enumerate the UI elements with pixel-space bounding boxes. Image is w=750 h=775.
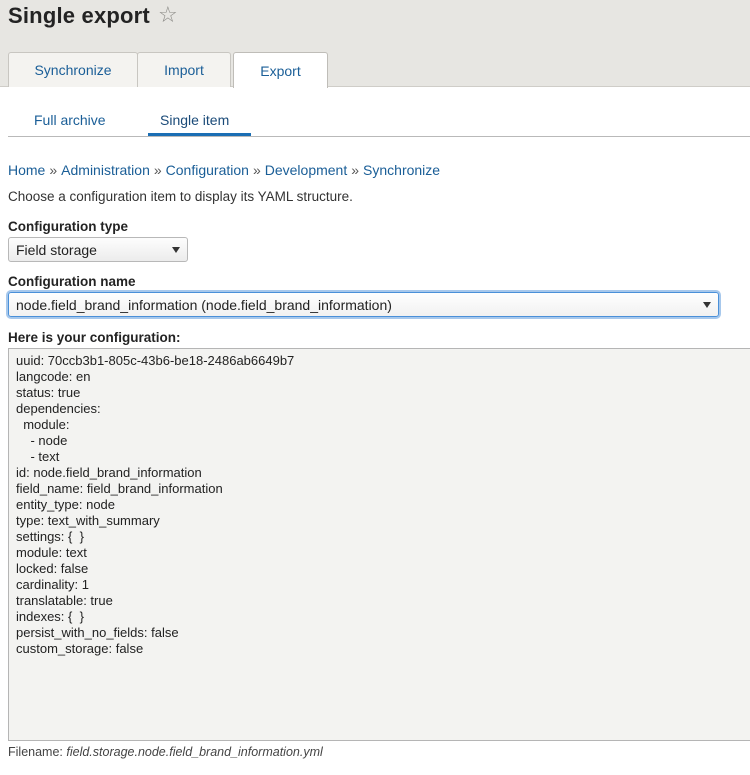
star-icon[interactable]: ☆ <box>158 2 178 28</box>
breadcrumb: Home» Administration» Configuration» Develo… <box>8 162 440 178</box>
breadcrumb-separator: » <box>252 162 261 178</box>
breadcrumb-synchronize[interactable]: Synchronize <box>363 162 440 178</box>
config-name-value: node.field_brand_information (node.field… <box>16 296 392 313</box>
breadcrumb-separator: » <box>351 162 360 178</box>
subtab-full-archive[interactable]: Full archive <box>34 112 106 128</box>
config-name-label: Configuration name <box>8 274 136 289</box>
filename-line: Filename: field.storage.node.field_brand… <box>8 745 323 759</box>
breadcrumb-separator: » <box>49 162 58 178</box>
filename-value: field.storage.node.field_brand_informati… <box>66 745 323 759</box>
chevron-down-icon <box>172 246 180 253</box>
config-type-label: Configuration type <box>8 219 128 234</box>
intro-text: Choose a configuration item to display i… <box>8 189 353 204</box>
active-subtab-indicator <box>148 133 251 136</box>
breadcrumb-configuration[interactable]: Configuration <box>166 162 249 178</box>
filename-label: Filename: <box>8 745 63 759</box>
breadcrumb-separator: » <box>153 162 162 178</box>
tab-synchronize[interactable]: Synchronize <box>8 52 138 87</box>
output-label: Here is your configuration: <box>8 330 181 345</box>
breadcrumb-administration[interactable]: Administration <box>61 162 150 178</box>
breadcrumb-home[interactable]: Home <box>8 162 45 178</box>
breadcrumb-development[interactable]: Development <box>265 162 348 178</box>
page-header: Single export ☆ Synchronize Import Expor… <box>0 0 750 88</box>
page-title: Single export <box>8 3 150 28</box>
subtab-single-item[interactable]: Single item <box>160 112 229 128</box>
chevron-down-icon <box>703 301 711 308</box>
primary-tabs: Synchronize Import Export <box>8 52 328 88</box>
config-name-select[interactable]: node.field_brand_information (node.field… <box>8 292 719 317</box>
secondary-tabs: Full archive Single item <box>8 104 750 137</box>
tab-export[interactable]: Export <box>233 52 328 88</box>
tab-import[interactable]: Import <box>137 52 231 87</box>
config-type-select[interactable]: Field storage <box>8 237 188 262</box>
config-yaml: uuid: 70ccb3b1-805c-43b6-be18-2486ab6649… <box>16 353 295 656</box>
config-output-textarea[interactable]: uuid: 70ccb3b1-805c-43b6-be18-2486ab6649… <box>8 348 750 741</box>
config-type-value: Field storage <box>16 241 97 258</box>
